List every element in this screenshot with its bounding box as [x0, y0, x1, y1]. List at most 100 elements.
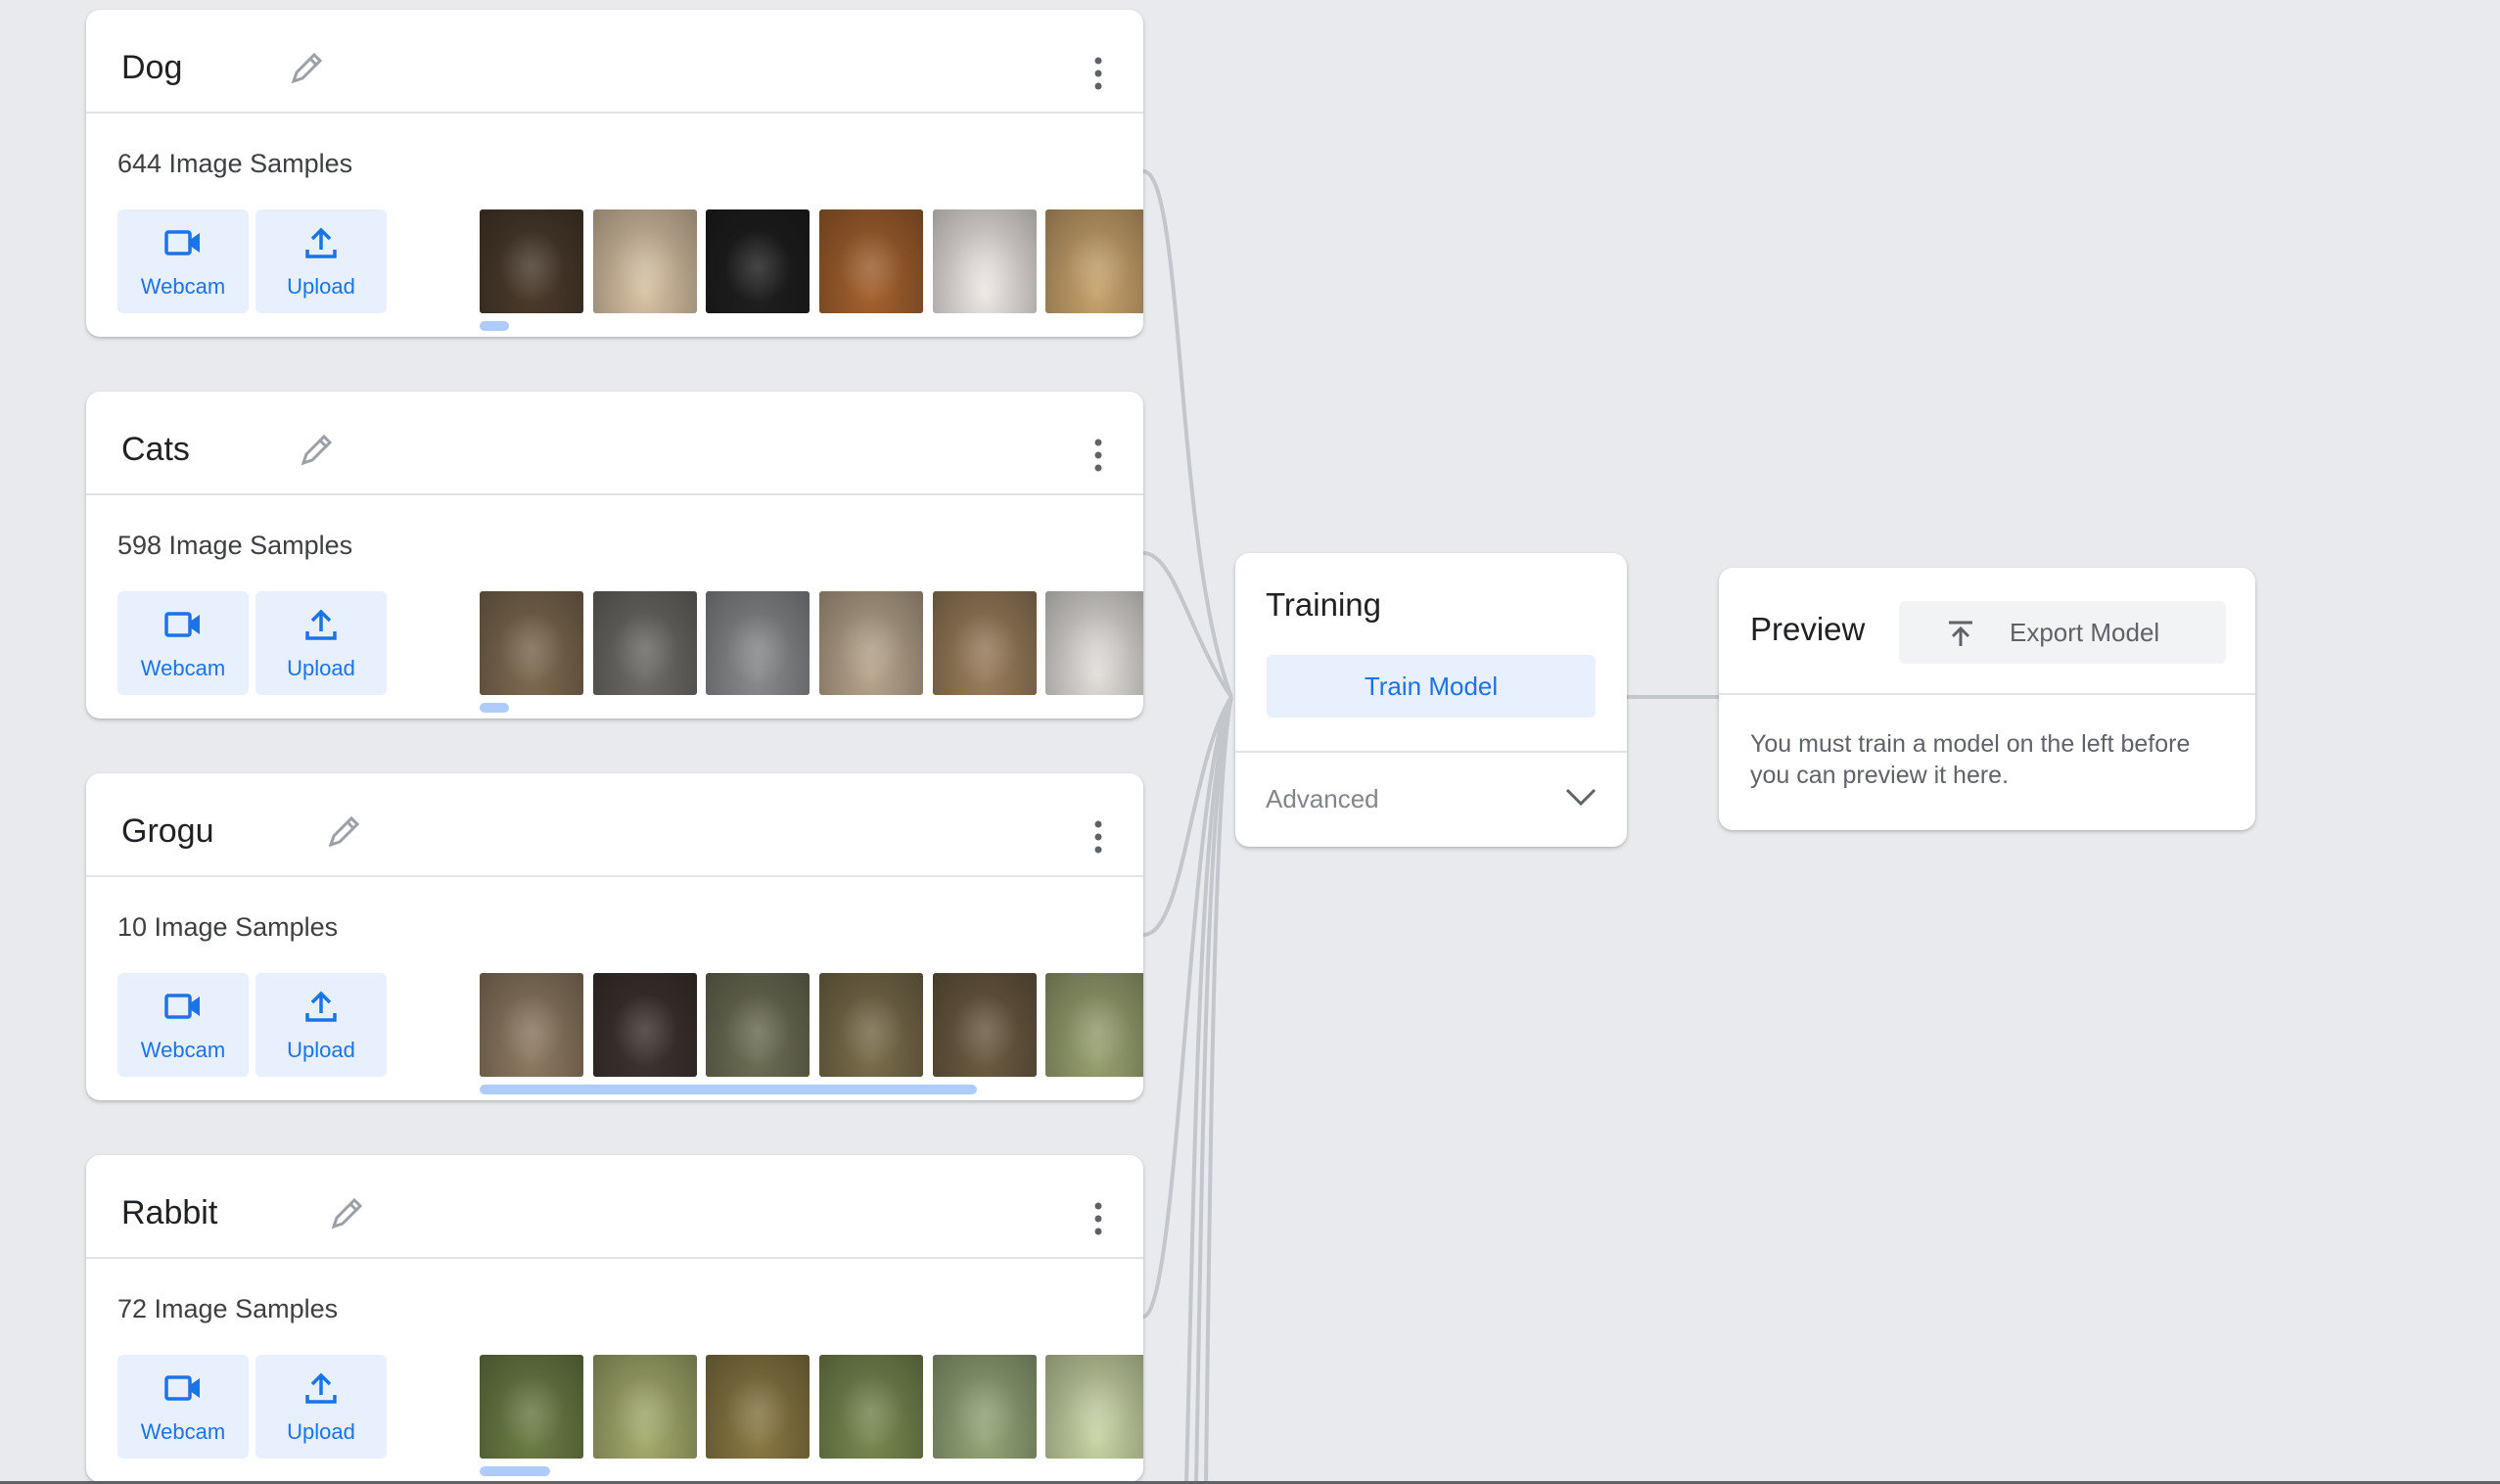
samples-count: 10 Image Samples	[117, 912, 339, 942]
webcam-label: Webcam	[140, 273, 226, 299]
webcam-button[interactable]: Webcam	[117, 591, 249, 695]
upload-button[interactable]: Upload	[255, 591, 387, 695]
samples-count: 72 Image Samples	[117, 1294, 339, 1323]
class-card: Grogu 10 Image Samples Webcam Upload	[86, 773, 1143, 1100]
upload-icon	[300, 988, 343, 1030]
chevron-down-icon	[1565, 788, 1597, 807]
sample-thumbnail[interactable]	[593, 591, 697, 695]
sample-thumbnail[interactable]	[933, 1355, 1037, 1459]
sample-image	[706, 973, 810, 1077]
sample-image	[593, 1355, 697, 1459]
pencil-icon[interactable]	[297, 431, 336, 470]
webcam-button[interactable]: Webcam	[117, 1355, 249, 1459]
sample-thumbnail[interactable]	[819, 591, 923, 695]
sample-thumbnail[interactable]	[706, 209, 810, 313]
sample-thumbnail[interactable]	[480, 1355, 583, 1459]
sample-image	[933, 209, 1037, 313]
sample-image	[480, 1355, 583, 1459]
sample-thumbnail[interactable]	[593, 1355, 697, 1459]
upload-label: Upload	[287, 273, 355, 299]
training-panel: Training Train Model Advanced	[1235, 553, 1627, 847]
sample-thumbnail[interactable]	[1045, 591, 1143, 695]
sample-thumbnail[interactable]	[480, 973, 583, 1077]
export-icon	[1949, 621, 1972, 646]
sample-image	[706, 209, 810, 313]
sample-image	[933, 973, 1037, 1077]
sample-image	[819, 591, 923, 695]
class-name[interactable]: Rabbit	[121, 1194, 217, 1232]
sample-image	[480, 973, 583, 1077]
preview-panel: Preview Export Model You must train a mo…	[1719, 568, 2255, 830]
more-vert-icon[interactable]	[1092, 820, 1104, 854]
sample-thumbnail[interactable]	[1045, 1355, 1143, 1459]
sample-thumbnail[interactable]	[1045, 973, 1143, 1077]
advanced-label: Advanced	[1266, 784, 1379, 813]
upload-label: Upload	[287, 1418, 355, 1444]
webcam-button[interactable]: Webcam	[117, 209, 249, 313]
sample-thumbnail[interactable]	[819, 1355, 923, 1459]
sample-thumbnail[interactable]	[819, 209, 923, 313]
thumbnail-scrollbar[interactable]	[480, 1085, 977, 1094]
upload-button[interactable]: Upload	[255, 973, 387, 1077]
upload-icon	[300, 224, 343, 266]
videocam-icon	[162, 1369, 205, 1412]
upload-icon	[300, 1369, 343, 1412]
upload-button[interactable]: Upload	[255, 209, 387, 313]
sample-image	[593, 973, 697, 1077]
sample-thumbnail[interactable]	[933, 973, 1037, 1077]
videocam-icon	[162, 606, 205, 648]
sample-thumbnail[interactable]	[1045, 209, 1143, 313]
class-name[interactable]: Dog	[121, 49, 182, 87]
sample-image	[1045, 591, 1143, 695]
webcam-button[interactable]: Webcam	[117, 973, 249, 1077]
sample-thumbnail[interactable]	[593, 973, 697, 1077]
sample-image	[1045, 209, 1143, 313]
class-card-header: Grogu	[86, 773, 1143, 877]
preview-title: Preview	[1750, 611, 1866, 647]
sample-thumbnail[interactable]	[706, 973, 810, 1077]
videocam-icon	[162, 988, 205, 1030]
training-title: Training	[1266, 586, 1381, 623]
sample-image	[706, 591, 810, 695]
upload-button[interactable]: Upload	[255, 1355, 387, 1459]
webcam-label: Webcam	[140, 1418, 226, 1444]
sample-image	[480, 591, 583, 695]
sample-image	[933, 591, 1037, 695]
more-vert-icon[interactable]	[1092, 439, 1104, 472]
more-vert-icon[interactable]	[1092, 1202, 1104, 1235]
webcam-label: Webcam	[140, 1037, 226, 1062]
pencil-icon[interactable]	[324, 812, 363, 852]
samples-count: 598 Image Samples	[117, 531, 353, 560]
sample-thumbnail[interactable]	[706, 591, 810, 695]
upload-label: Upload	[287, 1037, 355, 1062]
thumbnail-scrollbar[interactable]	[480, 1466, 550, 1476]
thumbnail-scrollbar[interactable]	[480, 321, 509, 331]
sample-thumbnail[interactable]	[480, 591, 583, 695]
sample-thumbnail[interactable]	[593, 209, 697, 313]
advanced-toggle[interactable]: Advanced	[1235, 753, 1627, 847]
export-model-button[interactable]: Export Model	[1899, 601, 2226, 664]
sample-thumbnail[interactable]	[933, 209, 1037, 313]
train-model-button[interactable]: Train Model	[1267, 655, 1596, 718]
sample-image	[1045, 973, 1143, 1077]
sample-image	[480, 209, 583, 313]
class-card: Rabbit 72 Image Samples Webcam Upload	[86, 1155, 1143, 1482]
sample-image	[1045, 1355, 1143, 1459]
samples-count: 644 Image Samples	[117, 149, 353, 178]
class-name[interactable]: Cats	[121, 431, 190, 469]
sample-thumbnail[interactable]	[819, 973, 923, 1077]
webcam-label: Webcam	[140, 655, 226, 680]
videocam-icon	[162, 224, 205, 266]
preview-message: You must train a model on the left befor…	[1750, 730, 2191, 789]
sample-thumbnail[interactable]	[933, 591, 1037, 695]
class-card: Cats 598 Image Samples Webcam Upload	[86, 392, 1143, 719]
class-name[interactable]: Grogu	[121, 812, 214, 851]
thumbnail-scrollbar[interactable]	[480, 703, 509, 713]
sample-image	[933, 1355, 1037, 1459]
pencil-icon[interactable]	[287, 49, 326, 88]
more-vert-icon[interactable]	[1092, 57, 1104, 90]
pencil-icon[interactable]	[327, 1194, 366, 1233]
sample-thumbnail[interactable]	[706, 1355, 810, 1459]
sample-thumbnail[interactable]	[480, 209, 583, 313]
class-card-header: Cats	[86, 392, 1143, 495]
